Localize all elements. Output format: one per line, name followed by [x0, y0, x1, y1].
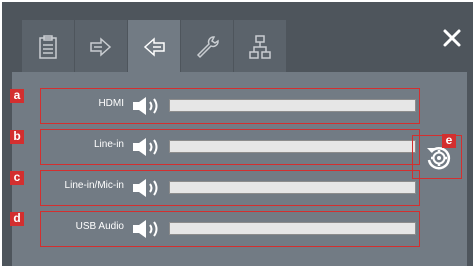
volume-slider[interactable] — [169, 222, 416, 235]
volume-row-usb-audio: USB Audio — [40, 211, 420, 247]
audio-settings-panel: HDMI Line-in Line-in/Mic-in USB Audio a … — [2, 2, 473, 266]
output-volume-content: HDMI Line-in Line-in/Mic-in USB Audio — [12, 72, 467, 266]
speaker-icon[interactable] — [131, 177, 163, 199]
annotation-badge: e — [442, 134, 456, 148]
annotation-badge: b — [10, 130, 24, 144]
volume-slider[interactable] — [169, 140, 416, 153]
volume-row-label: HDMI — [98, 98, 124, 109]
wrench-icon — [196, 36, 219, 59]
volume-row-label: USB Audio — [75, 221, 124, 232]
volume-slider[interactable] — [169, 99, 416, 112]
volume-row-label: Line-in/Mic-in — [64, 180, 124, 191]
network-icon — [249, 35, 271, 59]
annotation-badge: c — [10, 171, 24, 185]
volume-row-line-in: Line-in — [40, 129, 420, 165]
speaker-icon[interactable] — [131, 136, 163, 158]
input-arrow-icon — [90, 37, 112, 57]
reset-gear-icon[interactable] — [425, 144, 453, 172]
tab-info[interactable] — [22, 20, 74, 74]
volume-row-line-in-mic-in: Line-in/Mic-in — [40, 170, 420, 206]
annotation-badge: d — [10, 212, 24, 226]
close-icon[interactable] — [438, 24, 466, 52]
volume-row-label: Line-in — [93, 139, 124, 150]
volume-slider[interactable] — [169, 181, 416, 194]
output-arrow-icon — [143, 37, 165, 57]
speaker-icon[interactable] — [131, 95, 163, 117]
volume-row-hdmi: HDMI — [40, 88, 420, 124]
tab-output[interactable] — [128, 20, 180, 78]
tab-network[interactable] — [234, 20, 286, 74]
annotation-badge: a — [10, 89, 24, 103]
tab-tools[interactable] — [181, 20, 233, 74]
clipboard-icon — [39, 35, 57, 59]
speaker-icon[interactable] — [131, 218, 163, 240]
tab-input[interactable] — [75, 20, 127, 74]
